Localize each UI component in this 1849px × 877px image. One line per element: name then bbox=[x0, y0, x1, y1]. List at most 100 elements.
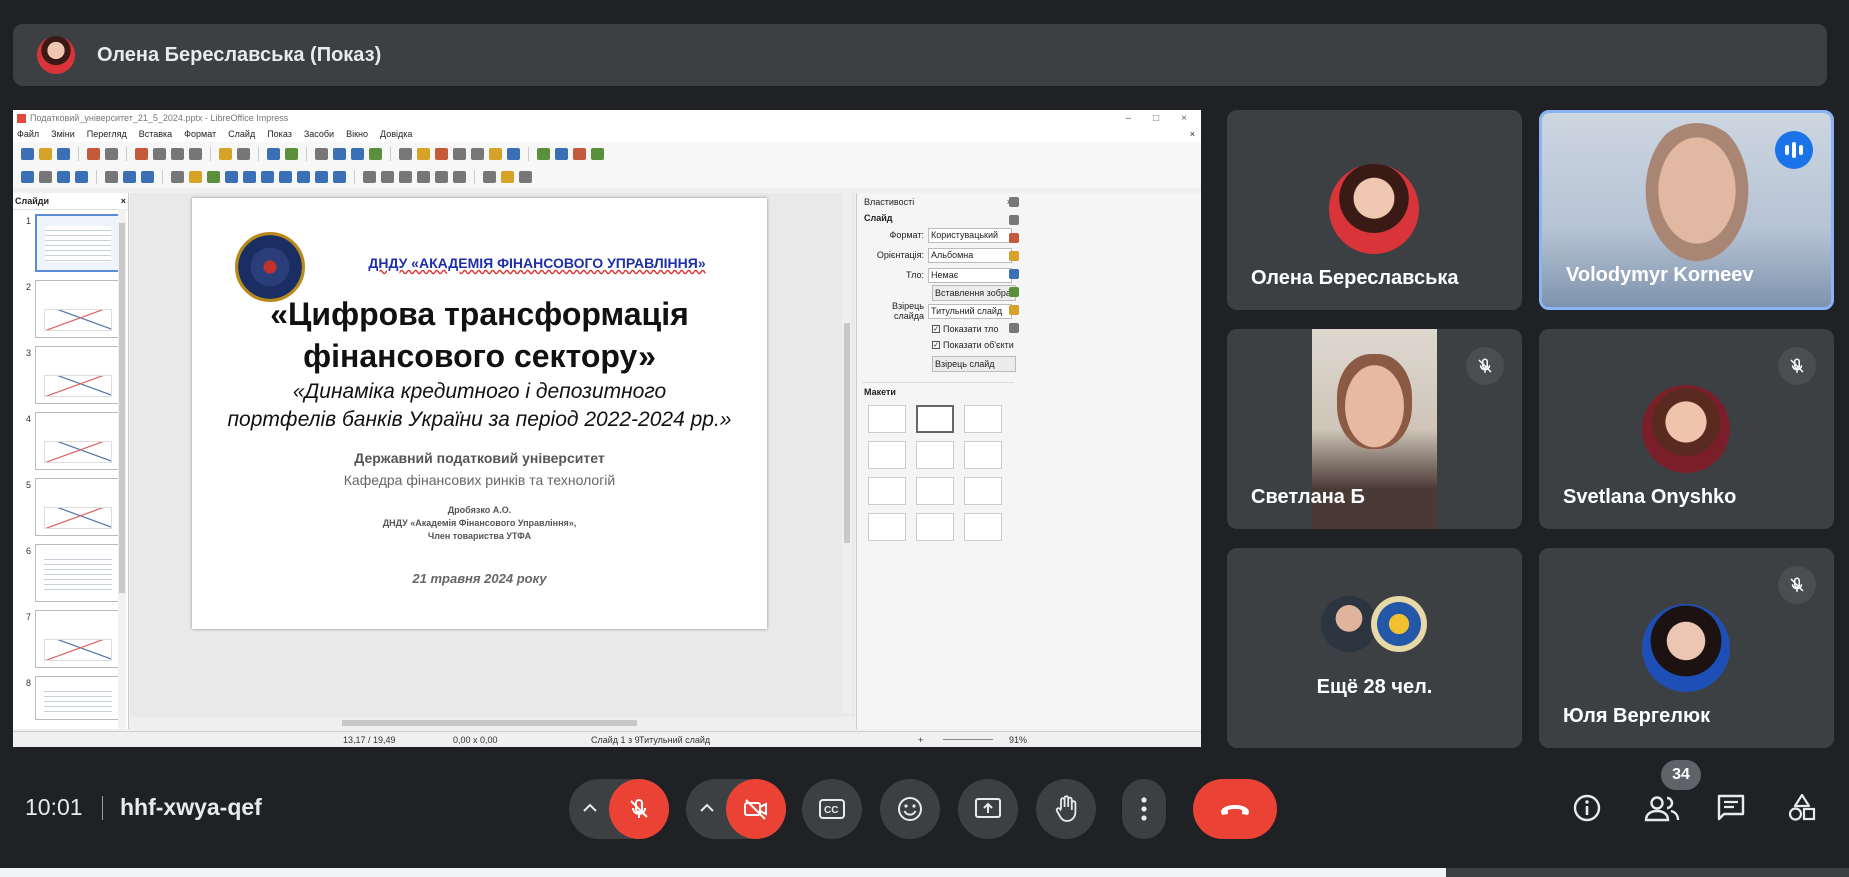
styles-tab-icon[interactable] bbox=[1009, 287, 1019, 297]
chart-icon[interactable] bbox=[435, 147, 448, 160]
participant-tile-olena[interactable]: Олена Береславська bbox=[1227, 110, 1522, 310]
shared-screen[interactable]: Податковий_університет_21_5_2024.pptx - … bbox=[13, 110, 1201, 747]
block-arrows-icon[interactable] bbox=[261, 170, 274, 183]
basic-shapes-icon[interactable] bbox=[225, 170, 238, 183]
people-button[interactable] bbox=[1640, 788, 1684, 828]
grid-icon[interactable] bbox=[315, 147, 328, 160]
scrollbar-thumb[interactable] bbox=[844, 323, 850, 543]
special-character-icon[interactable] bbox=[471, 147, 484, 160]
stars-icon[interactable] bbox=[315, 170, 328, 183]
align-icon[interactable] bbox=[381, 170, 394, 183]
find-replace-icon[interactable] bbox=[267, 147, 280, 160]
image-icon[interactable] bbox=[417, 147, 430, 160]
vertical-scrollbar[interactable] bbox=[842, 193, 852, 713]
slide-thumbnail-1[interactable]: 1 bbox=[13, 214, 121, 274]
camera-toggle-button[interactable] bbox=[726, 779, 786, 839]
menu-view[interactable]: Перегляд bbox=[87, 129, 127, 139]
start-presentation-icon[interactable] bbox=[369, 147, 382, 160]
raise-hand-button[interactable] bbox=[1036, 779, 1096, 839]
chat-button[interactable] bbox=[1711, 788, 1751, 828]
undo-icon[interactable] bbox=[219, 147, 232, 160]
slide-edit-area[interactable]: ДНДУ «АКАДЕМІЯ ФІНАНСОВОГО УПРАВЛІННЯ» «… bbox=[130, 193, 855, 729]
layout-title-content[interactable] bbox=[964, 405, 1002, 433]
arrange-icon[interactable] bbox=[399, 170, 412, 183]
new-slide-icon[interactable] bbox=[537, 147, 550, 160]
rectangle-icon[interactable] bbox=[123, 170, 136, 183]
horizontal-scrollbar[interactable] bbox=[130, 717, 855, 729]
textbox-icon[interactable] bbox=[453, 147, 466, 160]
more-options-button[interactable] bbox=[1122, 779, 1166, 839]
hyperlink-icon[interactable] bbox=[507, 147, 520, 160]
navigator-tab-icon[interactable] bbox=[1009, 323, 1019, 333]
save-icon[interactable] bbox=[57, 147, 70, 160]
master-slide-icon[interactable] bbox=[351, 147, 364, 160]
show-background-checkbox[interactable]: ✓ Показати тло bbox=[932, 321, 1014, 337]
activities-button[interactable] bbox=[1782, 788, 1822, 828]
print-icon[interactable] bbox=[105, 147, 118, 160]
table-icon[interactable] bbox=[399, 147, 412, 160]
layout-title-4-content[interactable] bbox=[916, 513, 954, 541]
format-select[interactable]: Користувацький bbox=[928, 227, 1012, 243]
layout-title-only[interactable] bbox=[916, 441, 954, 469]
participant-tile-svetlana-b[interactable]: Светлана Б bbox=[1227, 329, 1522, 529]
presenter-bar[interactable]: Олена Береславська (Показ) bbox=[13, 24, 1827, 86]
slide-thumbnail-4[interactable]: 4 bbox=[13, 412, 121, 472]
checkbox-icon[interactable]: ✓ bbox=[932, 341, 940, 349]
fill-color-icon[interactable] bbox=[75, 170, 88, 183]
layout-title-2-content-content[interactable] bbox=[868, 477, 906, 505]
participant-tile-others[interactable]: Ещё 28 чел. bbox=[1227, 548, 1522, 748]
redo-icon[interactable] bbox=[237, 147, 250, 160]
slides-panel-close-button[interactable]: × bbox=[121, 196, 126, 206]
slide-thumbnail-6[interactable]: 6 bbox=[13, 544, 121, 604]
layout-blank[interactable] bbox=[868, 405, 906, 433]
orientation-select[interactable]: Альбомна bbox=[928, 247, 1012, 263]
delete-slide-icon[interactable] bbox=[573, 147, 586, 160]
line-icon[interactable] bbox=[105, 170, 118, 183]
section-layouts[interactable]: Макети bbox=[862, 382, 1014, 399]
menu-insert[interactable]: Вставка bbox=[139, 129, 172, 139]
layout-title-2-content-over-content[interactable] bbox=[964, 477, 1002, 505]
microphone-toggle-button[interactable] bbox=[609, 779, 669, 839]
master-slide-button[interactable]: Взірець слайд bbox=[932, 356, 1016, 372]
reactions-button[interactable] bbox=[880, 779, 940, 839]
zoom-icon[interactable] bbox=[39, 170, 52, 183]
rotate-icon[interactable] bbox=[363, 170, 376, 183]
distribute-icon[interactable] bbox=[417, 170, 430, 183]
callouts-icon[interactable] bbox=[297, 170, 310, 183]
layout-title-content-over-content[interactable] bbox=[868, 513, 906, 541]
slide-thumbnail-8[interactable]: 8 bbox=[13, 676, 121, 736]
spelling-icon[interactable] bbox=[285, 147, 298, 160]
checkbox-icon[interactable]: ✓ bbox=[932, 325, 940, 333]
minimize-button[interactable]: – bbox=[1126, 113, 1132, 124]
section-slide[interactable]: Слайд bbox=[862, 211, 1014, 225]
zoom-slider[interactable] bbox=[943, 739, 993, 740]
participant-tile-svetlana-onyshko[interactable]: Svetlana Onyshko bbox=[1539, 329, 1834, 529]
ellipse-icon[interactable] bbox=[141, 170, 154, 183]
background-select[interactable]: Немає bbox=[928, 267, 1012, 283]
slide-layout-icon[interactable] bbox=[591, 147, 604, 160]
crop-icon[interactable] bbox=[453, 170, 466, 183]
captions-button[interactable]: CC bbox=[802, 779, 862, 839]
cut-icon[interactable] bbox=[135, 147, 148, 160]
master-slides-tab-icon[interactable] bbox=[1009, 269, 1019, 279]
maximize-button[interactable]: □ bbox=[1153, 113, 1159, 124]
close-document-button[interactable]: × bbox=[1190, 129, 1201, 139]
3d-objects-icon[interactable] bbox=[333, 170, 346, 183]
gallery-tab-icon[interactable] bbox=[1009, 305, 1019, 315]
zoom-out-button[interactable]: + bbox=[918, 735, 923, 745]
flowchart-icon[interactable] bbox=[279, 170, 292, 183]
menu-slide[interactable]: Слайд bbox=[228, 129, 255, 139]
points-icon[interactable] bbox=[483, 170, 496, 183]
new-icon[interactable] bbox=[21, 147, 34, 160]
menu-help[interactable]: Довідка bbox=[380, 129, 412, 139]
open-icon[interactable] bbox=[39, 147, 52, 160]
chevron-up-icon[interactable] bbox=[583, 800, 597, 818]
connector-icon[interactable] bbox=[207, 170, 220, 183]
curve-icon[interactable] bbox=[189, 170, 202, 183]
fontwork-icon[interactable] bbox=[489, 147, 502, 160]
current-slide[interactable]: ДНДУ «АКАДЕМІЯ ФІНАНСОВОГО УПРАВЛІННЯ» «… bbox=[192, 198, 767, 629]
duplicate-slide-icon[interactable] bbox=[555, 147, 568, 160]
chevron-up-icon[interactable] bbox=[700, 800, 714, 818]
layout-centered-text[interactable] bbox=[964, 441, 1002, 469]
menu-file[interactable]: Файл bbox=[17, 129, 39, 139]
